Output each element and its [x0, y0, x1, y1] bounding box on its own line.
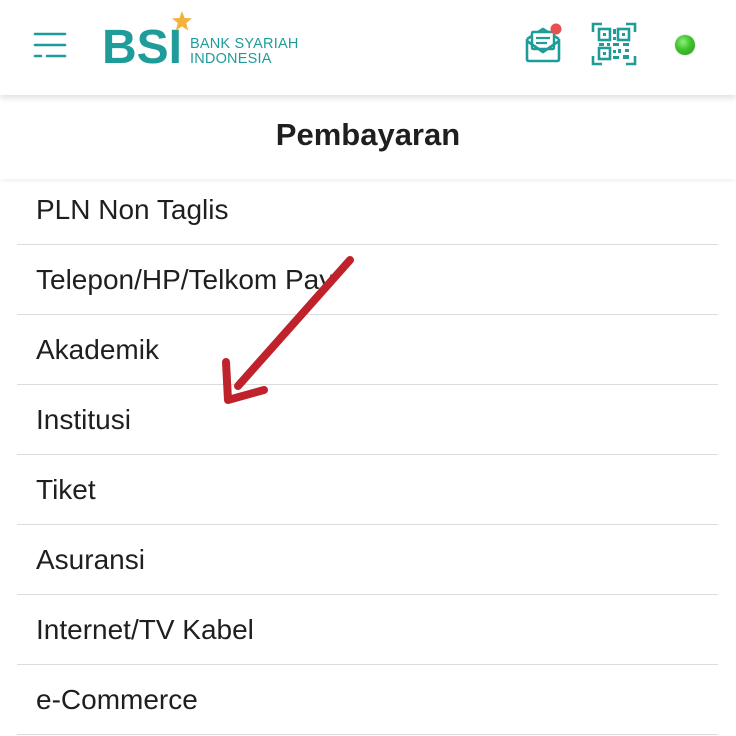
menu-item-asuransi[interactable]: Asuransi — [17, 525, 718, 595]
bsi-logo: BSI BANK SYARIAH INDONESIA — [102, 10, 312, 74]
app-header: BSI BANK SYARIAH INDONESIA — [0, 0, 736, 95]
menu-item-label: PLN Non Taglis — [36, 193, 229, 225]
menu-item-label: Internet/TV Kabel — [36, 613, 254, 645]
mail-notification-icon — [525, 23, 562, 63]
payment-menu-list: PLN Non Taglis Telepon/HP/Telkom Pay Aka… — [17, 175, 718, 735]
inbox-button[interactable] — [520, 20, 566, 66]
menu-item-telepon[interactable]: Telepon/HP/Telkom Pay — [17, 245, 718, 315]
logo-subtitle-line2: INDONESIA — [190, 51, 272, 67]
logo-wordmark: BSI — [102, 21, 183, 74]
menu-item-label: Tiket — [36, 473, 96, 505]
logo-subtitle-line1: BANK SYARIAH — [190, 36, 299, 52]
menu-item-akademik[interactable]: Akademik — [17, 315, 718, 385]
menu-item-pln-non-taglis[interactable]: PLN Non Taglis — [17, 175, 718, 245]
hamburger-menu-icon — [33, 32, 67, 58]
menu-item-label: e-Commerce — [36, 683, 198, 715]
menu-item-institusi[interactable]: Institusi — [17, 385, 718, 455]
page-title: Pembayaran — [275, 117, 461, 152]
menu-item-internet-tv-kabel[interactable]: Internet/TV Kabel — [17, 595, 718, 665]
online-status-icon — [675, 35, 695, 55]
menu-item-e-commerce[interactable]: e-Commerce — [17, 665, 718, 735]
menu-item-label: Telepon/HP/Telkom Pay — [36, 263, 334, 295]
qr-scan-button[interactable] — [590, 20, 638, 68]
menu-item-tiket[interactable]: Tiket — [17, 455, 718, 525]
menu-item-label: Institusi — [36, 403, 131, 435]
menu-item-label: Akademik — [36, 333, 159, 365]
hamburger-menu-button[interactable] — [32, 28, 68, 62]
menu-item-label: Asuransi — [36, 543, 145, 575]
app-screen: BSI BANK SYARIAH INDONESIA Pembayaran PL… — [0, 0, 736, 736]
page-title-bar: Pembayaran — [0, 95, 736, 179]
qr-code-icon — [591, 22, 637, 66]
logo-star-icon — [172, 11, 192, 31]
